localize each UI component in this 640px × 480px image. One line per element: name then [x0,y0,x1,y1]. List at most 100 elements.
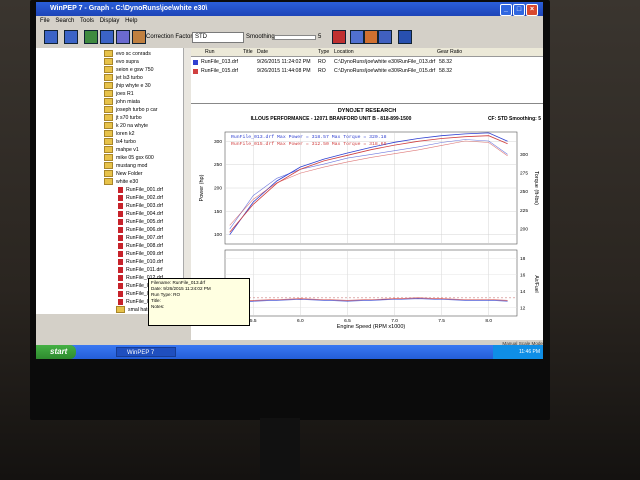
power-tick-label: 300 [214,139,222,145]
window-title: WinPEP 7 - Graph - C:\DynoRuns\joe\white… [50,5,208,12]
run-row[interactable]: RunFile_015.drf 9/26/2015 11:44:08 PM RO… [191,67,543,76]
zoom-icon[interactable] [350,30,364,44]
run-file-icon [118,210,123,217]
af-tick-label: 18 [520,256,526,262]
menu-help[interactable]: Help [125,16,137,26]
run-file-icon [118,274,123,281]
tree-file[interactable]: RunFile_002.drf [118,194,163,202]
menu-display[interactable]: Display [100,16,120,26]
tree-folder[interactable]: evo sc conrads [104,50,151,58]
legend-run-015: RunFile_015.drf Max Power = 312.50 Max T… [231,141,387,147]
smoothing-slider[interactable] [274,35,316,40]
tree-folder[interactable]: john miata [104,98,140,106]
col-gear-ratio[interactable]: Gear Ratio [437,48,462,56]
tree-file[interactable]: RunFile_001.drf [118,186,163,194]
scale-icon[interactable] [364,30,378,44]
maximize-button[interactable]: □ [513,4,525,16]
folder-icon [116,306,125,314]
tree-item-label: RunFile_007.drf [126,235,163,241]
folder-icon [104,146,113,154]
view-icon[interactable] [378,30,392,44]
col-run[interactable]: Run [205,48,215,56]
run-file-icon [118,186,123,193]
tree-item-label: jhip whyte e 30 [116,83,151,89]
run-row[interactable]: RunFile_013.drf 9/26/2015 11:24:02 PM RO… [191,58,543,67]
menu-tools[interactable]: Tools [80,16,94,26]
tree-item-label: evo sc conrads [116,51,151,57]
col-type[interactable]: Type [318,48,329,56]
run-file-icon [118,282,123,289]
tree-scrollbar[interactable] [183,48,191,314]
folder-icon [104,138,113,146]
taskbar-app-button[interactable]: WinPEP 7 [116,347,176,357]
notes-icon[interactable] [132,30,146,44]
tree-item-label: RunFile_011.drf [126,267,163,273]
open-icon[interactable] [64,30,78,44]
run-file-icon [118,242,123,249]
tree-folder[interactable]: joseph turbo p car [104,106,158,114]
tree-folder[interactable]: New Folder [104,170,143,178]
run-file-icon [118,298,123,305]
tree-folder[interactable]: joes R1 [104,90,134,98]
tree-folder[interactable]: loren k2 [104,130,134,138]
torque-tick-label: 275 [520,171,528,177]
tree-folder[interactable]: mustang mod [104,162,147,170]
compare-icon[interactable] [116,30,130,44]
tree-folder[interactable]: evo supra [104,58,139,66]
folder-icon [104,162,113,170]
tree-folder[interactable]: jt s70 turbo [104,114,142,122]
power-axis-label: Power (hp) [199,174,205,201]
tree-file[interactable]: RunFile_006.drf [118,226,163,234]
menu-file[interactable]: File [40,16,50,26]
tree-file[interactable]: RunFile_008.drf [118,242,163,250]
tree-item-label: evo supra [116,59,139,65]
clear-icon[interactable] [332,30,346,44]
tree-file[interactable]: RunFile_010.drf [118,258,163,266]
correction-factor-select[interactable]: STD [192,32,244,43]
col-date[interactable]: Date [257,48,268,56]
print-icon[interactable] [84,30,98,44]
folder-icon [104,154,113,162]
folder-icon [104,82,113,90]
run-gear: 58.32 [439,59,452,65]
save-icon[interactable] [100,30,114,44]
tree-folder[interactable]: k 20 na whyte [104,122,148,130]
folder-icon [104,50,113,58]
monitor-stand [260,418,300,480]
minimize-button[interactable]: _ [500,4,512,16]
tree-file[interactable]: RunFile_009.drf [118,250,163,258]
tree-folder[interactable]: mike 05 gsx 600 [104,154,154,162]
crosshair-icon[interactable] [398,30,412,44]
run-gear: 58.32 [439,68,452,74]
tree-folder[interactable]: white e30 [104,178,138,186]
folder-icon [104,58,113,66]
tree-file[interactable]: RunFile_005.drf [118,218,163,226]
power-line-RunFile_013.drf [229,132,508,235]
tree-file[interactable]: RunFile_011.drf [118,266,163,274]
tree-folder[interactable]: ls4 turbo [104,138,136,146]
col-title[interactable]: Title [243,48,253,56]
tree-folder[interactable]: jhip whyte e 30 [104,82,151,90]
tree-folder[interactable]: seion e gsw 750 [104,66,154,74]
tree-item-label: jt s70 turbo [116,115,142,121]
window-titlebar: WinPEP 7 - Graph - C:\DynoRuns\joe\white… [36,2,543,16]
menu-search[interactable]: Search [55,16,74,26]
tree-file[interactable]: RunFile_007.drf [118,234,163,242]
run-location: C:\DynoRuns\joe\white e30\RunFile_015.dr… [334,68,436,74]
legend-run-013: RunFile_013.drf Max Power = 318.57 Max T… [231,134,387,140]
tree-file[interactable]: RunFile_004.drf [118,210,163,218]
tree-folder[interactable]: jet ls3 turbo [104,74,143,82]
col-location[interactable]: Location [334,48,354,56]
run-type: RO [318,68,326,74]
power-tick-label: 200 [214,186,222,192]
run-file-icon [118,194,123,201]
tree-file[interactable]: RunFile_003.drf [118,202,163,210]
graph-icon[interactable] [44,30,58,44]
tree-item-label: RunFile_004.drf [126,211,163,217]
close-button[interactable]: × [526,4,538,16]
tree-folder[interactable]: mahpe v1 [104,146,139,154]
start-button[interactable]: start [36,345,76,359]
tree-item-label: RunFile_005.drf [126,219,163,225]
folder-icon [104,74,113,82]
run-file-icon [118,234,123,241]
